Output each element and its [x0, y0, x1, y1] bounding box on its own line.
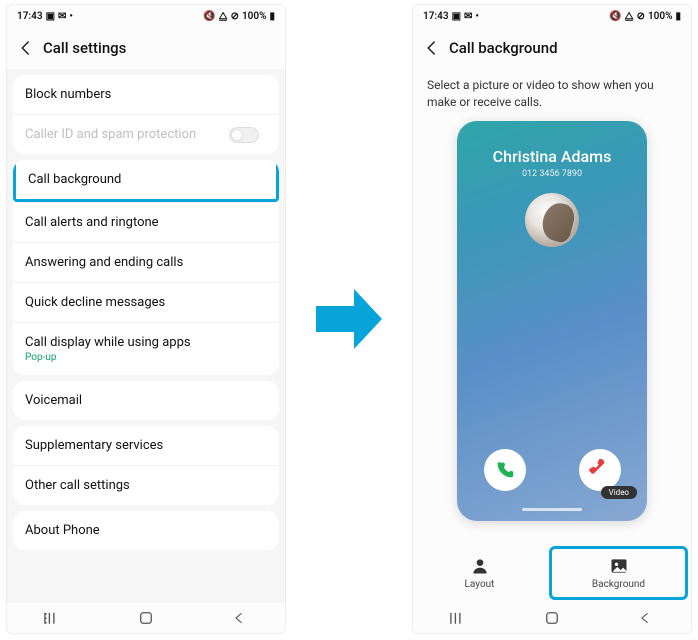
item-voicemail[interactable]: Voicemail — [13, 381, 279, 420]
nav-bar — [7, 603, 285, 633]
wifi-icon: ⧋ — [625, 11, 634, 22]
mute-icon: 🔇 — [609, 11, 621, 22]
person-icon — [470, 556, 490, 576]
status-time: 17:43 — [423, 11, 449, 22]
battery-icon: ▮ — [269, 11, 275, 22]
caller-avatar — [525, 193, 579, 247]
item-about-phone[interactable]: About Phone — [13, 511, 279, 550]
item-supplementary[interactable]: Supplementary services — [13, 426, 279, 465]
status-app-icon: ▣ — [46, 11, 55, 22]
nav-home-icon[interactable] — [136, 611, 156, 625]
nav-recents-icon[interactable] — [449, 611, 469, 625]
nav-back-icon[interactable] — [229, 611, 249, 625]
screen-call-settings: 17:43 ▣ ✉ • 🔇 ⧋ ⊘ 100% ▮ Call settings B… — [6, 4, 286, 634]
item-block-numbers[interactable]: Block numbers — [13, 75, 279, 114]
wifi-icon: ⧋ — [219, 11, 228, 22]
nav-home-icon[interactable] — [542, 611, 562, 625]
status-more-icon: • — [69, 11, 73, 22]
screen-call-background: 17:43 ▣ ✉ • 🔇 ⧋ ⊘ 100% ▮ Call background… — [412, 4, 692, 634]
status-mail-icon: ✉ — [464, 11, 472, 22]
arrow-right-icon — [316, 289, 382, 349]
caller-number: 012 3456 7890 — [522, 169, 582, 179]
back-icon[interactable] — [15, 37, 37, 59]
caller-name: Christina Adams — [493, 147, 612, 166]
item-other-call-settings[interactable]: Other call settings — [13, 465, 279, 505]
item-call-background[interactable]: Call background — [13, 160, 279, 202]
item-call-display[interactable]: Call display while using apps Pop-up — [13, 322, 279, 375]
page-title: Call background — [449, 39, 558, 57]
settings-list[interactable]: Block numbers Caller ID and spam protect… — [7, 69, 285, 603]
no-data-icon: ⊘ — [637, 11, 645, 22]
item-quick-decline[interactable]: Quick decline messages — [13, 282, 279, 322]
tab-layout-label: Layout — [465, 579, 495, 590]
answer-button[interactable] — [484, 449, 526, 491]
image-icon — [609, 556, 629, 576]
status-battery: 100% — [242, 11, 267, 22]
toggle-caller-id[interactable] — [229, 127, 259, 143]
header: Call settings — [7, 27, 285, 69]
page-title: Call settings — [43, 39, 126, 57]
header: Call background — [413, 27, 691, 69]
mute-icon: 🔇 — [203, 11, 215, 22]
call-preview[interactable]: Christina Adams 012 3456 7890 Video — [457, 121, 647, 521]
no-data-icon: ⊘ — [231, 11, 239, 22]
preview-area: Christina Adams 012 3456 7890 Video — [413, 121, 691, 543]
tab-layout[interactable]: Layout — [413, 543, 546, 603]
back-icon[interactable] — [421, 37, 443, 59]
status-time: 17:43 — [17, 11, 43, 22]
item-answering-ending[interactable]: Answering and ending calls — [13, 242, 279, 282]
bottom-tabs: Layout Background — [413, 543, 691, 603]
status-bar: 17:43 ▣ ✉ • 🔇 ⧋ ⊘ 100% ▮ — [413, 5, 691, 27]
status-more-icon: • — [475, 11, 479, 22]
home-indicator — [522, 508, 582, 511]
nav-recents-icon[interactable] — [43, 611, 63, 625]
decline-button[interactable] — [579, 449, 621, 491]
item-call-alerts[interactable]: Call alerts and ringtone — [13, 202, 279, 242]
tab-background[interactable]: Background — [549, 546, 688, 600]
description-text: Select a picture or video to show when y… — [413, 69, 691, 121]
nav-bar — [413, 603, 691, 633]
status-bar: 17:43 ▣ ✉ • 🔇 ⧋ ⊘ 100% ▮ — [7, 5, 285, 27]
status-battery: 100% — [648, 11, 673, 22]
battery-icon: ▮ — [675, 11, 681, 22]
status-mail-icon: ✉ — [58, 11, 66, 22]
status-app-icon: ▣ — [452, 11, 461, 22]
item-caller-id-spam: Caller ID and spam protection — [13, 114, 279, 154]
tab-background-label: Background — [592, 579, 645, 590]
video-chip[interactable]: Video — [601, 486, 637, 499]
item-call-display-sub: Pop-up — [25, 352, 267, 363]
arrow-indicator — [316, 4, 382, 634]
nav-back-icon[interactable] — [635, 611, 655, 625]
